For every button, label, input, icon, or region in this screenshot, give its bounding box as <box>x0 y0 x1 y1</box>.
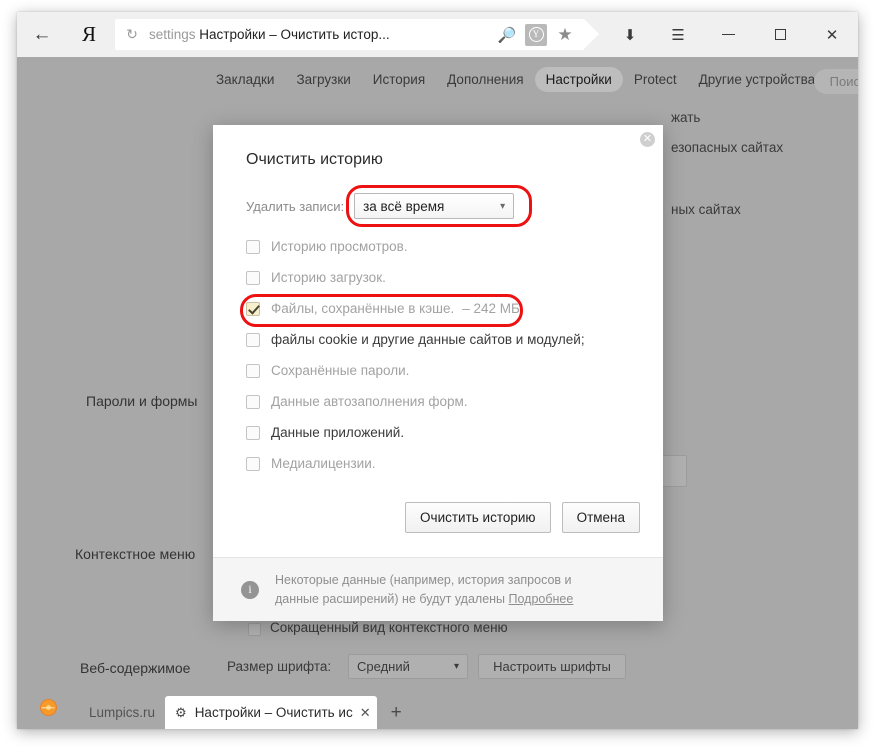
checkbox-label: Сохранённые пароли. <box>271 363 409 378</box>
nav-item-addons[interactable]: Дополнения <box>436 67 534 92</box>
address-bar-text: settings Настройки – Очистить истор... <box>149 27 390 42</box>
checkbox-download-history[interactable] <box>246 271 260 285</box>
checkbox-label: Файлы, сохранённые в кэше. <box>271 301 454 316</box>
bg-checkbox-context-menu[interactable] <box>248 623 261 636</box>
checkbox-saved-passwords[interactable] <box>246 364 260 378</box>
cache-size-value: – 242 МБ <box>462 301 520 316</box>
chevron-down-icon: ▾ <box>500 201 505 212</box>
maximize-icon[interactable] <box>754 12 806 57</box>
checkbox-row-cached-files[interactable]: Файлы, сохранённые в кэше. – 242 МБ <box>246 297 636 320</box>
bg-text-3: ных сайтах <box>671 202 741 217</box>
tab-label: Lumpics.ru <box>89 705 155 720</box>
nav-item-bookmarks[interactable]: Закладки <box>205 67 285 92</box>
checkbox-row-cookies[interactable]: файлы cookie и другие данные сайтов и мо… <box>246 328 636 351</box>
bg-context-menu-option: Сокращенный вид контекстного меню <box>270 620 508 635</box>
checkbox-row-download-history[interactable]: Историю загрузок. <box>246 266 636 289</box>
address-bar-icons: 🔎 Y ★ <box>492 24 584 46</box>
tab-strip: Lumpics.ru ⚙ Настройки – Очистить ис ✕ + <box>17 685 858 729</box>
shield-letter: Y <box>529 27 544 42</box>
back-icon[interactable]: ← <box>17 12 67 57</box>
settings-nav: Закладки Загрузки История Дополнения Нас… <box>17 57 858 101</box>
bg-text-1: жать <box>671 110 700 125</box>
tab-settings-clear-history[interactable]: ⚙ Настройки – Очистить ис ✕ <box>165 696 377 729</box>
checkbox-cookies[interactable] <box>246 333 260 347</box>
checkbox-row-saved-passwords[interactable]: Сохранённые пароли. <box>246 359 636 382</box>
bg-font-size-select[interactable]: Средний ▾ <box>348 654 468 679</box>
url-scheme: settings <box>149 27 196 42</box>
dialog-title: Очистить историю <box>246 151 383 169</box>
checkbox-browsing-history[interactable] <box>246 240 260 254</box>
learn-more-link[interactable]: Подробнее <box>509 592 574 606</box>
checkbox-cached-files[interactable] <box>246 302 260 316</box>
checkbox-row-media-licenses[interactable]: Медиалицензии. <box>246 452 636 475</box>
bg-font-settings-button[interactable]: Настроить шрифты <box>478 654 626 679</box>
nav-item-protect[interactable]: Protect <box>623 67 688 92</box>
nav-item-history[interactable]: История <box>362 67 436 92</box>
citrus-icon <box>40 699 57 716</box>
star-icon[interactable]: ★ <box>550 25 580 45</box>
nav-item-other-devices[interactable]: Другие устройства <box>688 67 827 92</box>
bg-section-passwords: Пароли и формы <box>86 393 197 409</box>
checkbox-row-app-data[interactable]: Данные приложений. <box>246 421 636 444</box>
nav-item-settings[interactable]: Настройки <box>535 67 623 92</box>
yandex-protect-icon[interactable]: Y <box>525 24 547 46</box>
bg-font-size-value: Средний <box>357 659 410 674</box>
address-bar[interactable]: ↻ settings Настройки – Очистить истор...… <box>115 19 584 50</box>
checkbox-label: Медиалицензии. <box>271 456 376 471</box>
checkbox-label: Историю просмотров. <box>271 239 408 254</box>
gear-icon: ⚙ <box>175 705 187 721</box>
screenshot-root: ← Я ↻ settings Настройки – Очистить исто… <box>0 0 883 753</box>
period-row: Удалить записи: за всё время ▾ <box>246 193 514 219</box>
tab-lumpics[interactable]: Lumpics.ru <box>79 696 165 729</box>
bg-section-web-content: Веб-содержимое <box>80 660 190 676</box>
bg-text-2: езопасных сайтах <box>671 140 783 155</box>
chevron-down-icon: ▾ <box>454 661 459 672</box>
magnifier-minus-icon[interactable]: 🔎 <box>492 26 522 44</box>
settings-search-input[interactable]: Поис <box>814 69 858 94</box>
clear-history-dialog: ✕ Очистить историю Удалить записи: за вс… <box>213 125 663 621</box>
hamburger-menu-icon[interactable]: ☰ <box>654 12 702 57</box>
info-icon: i <box>241 581 259 599</box>
yandex-logo[interactable]: Я <box>67 12 111 57</box>
checkbox-autofill[interactable] <box>246 395 260 409</box>
checkbox-row-autofill[interactable]: Данные автозаполнения форм. <box>246 390 636 413</box>
close-icon[interactable]: ✕ <box>806 12 858 57</box>
cancel-button[interactable]: Отмена <box>562 502 640 533</box>
checkbox-label: Данные автозаполнения форм. <box>271 394 468 409</box>
url-title: Настройки – Очистить истор... <box>199 27 389 42</box>
download-icon[interactable]: ⬇ <box>606 12 654 57</box>
footer-note: Некоторые данные (например, история запр… <box>275 571 605 609</box>
period-label: Удалить записи: <box>246 199 344 214</box>
checkbox-media-licenses[interactable] <box>246 457 260 471</box>
checkbox-label: Данные приложений. <box>271 425 404 440</box>
reload-icon[interactable]: ↻ <box>115 26 149 43</box>
data-type-checklist: Историю просмотров. Историю загрузок. Фа… <box>246 235 636 483</box>
browser-window: ← Я ↻ settings Настройки – Очистить исто… <box>17 12 858 729</box>
tab-label: Настройки – Очистить ис <box>195 705 353 720</box>
checkbox-row-browsing-history[interactable]: Историю просмотров. <box>246 235 636 258</box>
period-value: за всё время <box>363 199 444 214</box>
period-select[interactable]: за всё время ▾ <box>354 193 514 219</box>
close-circle-icon[interactable]: ✕ <box>640 132 655 147</box>
toolbar-right-group: ⬇ ☰ ✕ <box>606 12 858 57</box>
minimize-icon[interactable] <box>702 12 754 57</box>
dialog-footer: i Некоторые данные (например, история за… <box>213 557 663 621</box>
checkbox-app-data[interactable] <box>246 426 260 440</box>
checkbox-label: файлы cookie и другие данные сайтов и мо… <box>271 332 585 347</box>
dialog-actions: Очистить историю Отмена <box>405 502 640 533</box>
nav-item-downloads[interactable]: Загрузки <box>285 67 361 92</box>
favicon-wrap <box>17 699 79 729</box>
bg-font-size-label: Размер шрифта: <box>227 659 331 674</box>
plus-icon[interactable]: + <box>377 702 416 729</box>
bg-section-context-menu: Контекстное меню <box>75 546 195 562</box>
settings-page: Закладки Загрузки История Дополнения Нас… <box>17 57 858 704</box>
close-icon[interactable]: ✕ <box>360 705 371 721</box>
clear-history-button[interactable]: Очистить историю <box>405 502 551 533</box>
browser-toolbar: ← Я ↻ settings Настройки – Очистить исто… <box>17 12 858 57</box>
checkbox-label: Историю загрузок. <box>271 270 386 285</box>
